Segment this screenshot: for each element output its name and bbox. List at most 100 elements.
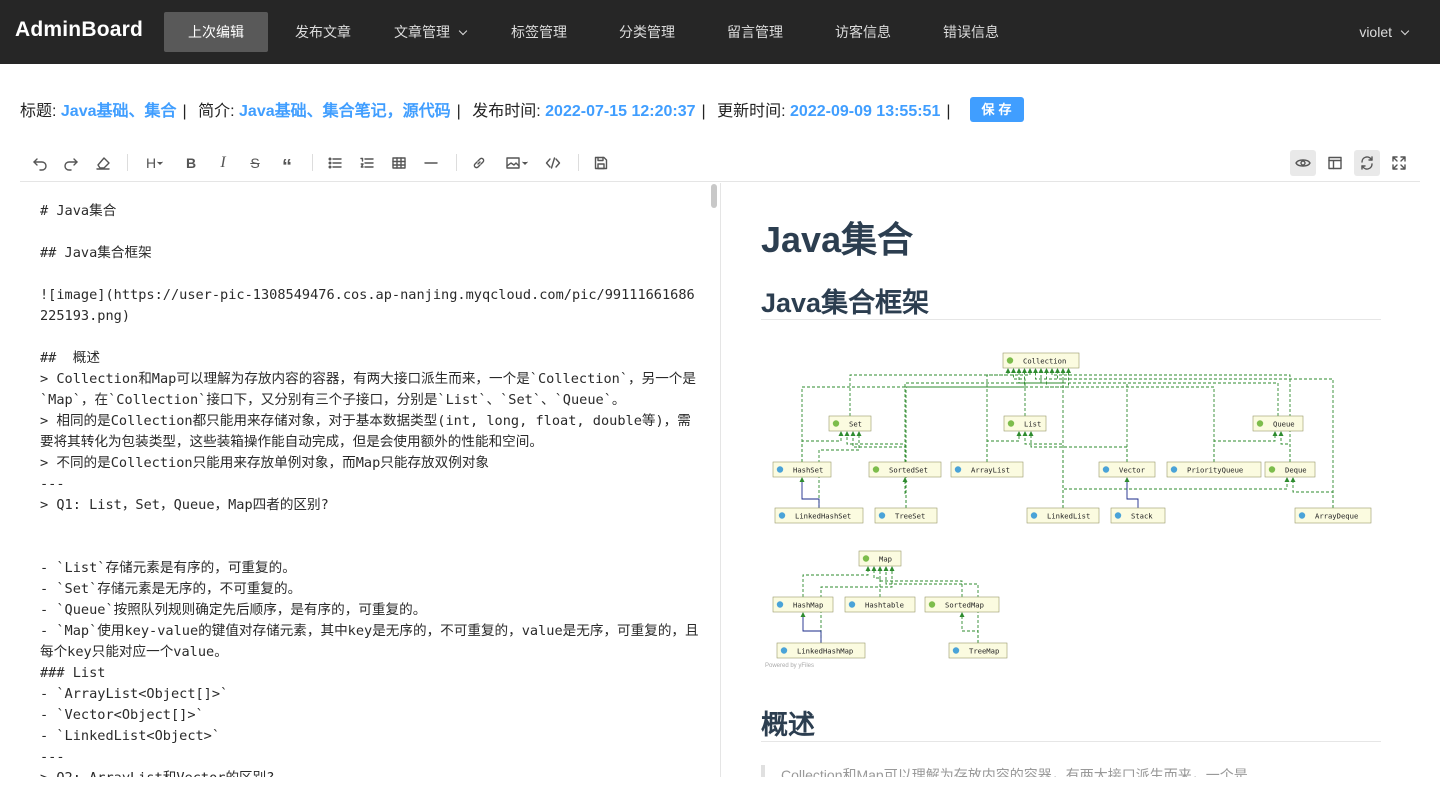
uml-node-arraylist: ArrayList bbox=[950, 461, 1024, 478]
uml-edge bbox=[802, 569, 869, 597]
uml-arrowhead bbox=[1033, 368, 1038, 373]
uml-node-label: HashSet bbox=[793, 466, 823, 475]
uml-arrowhead bbox=[799, 477, 805, 482]
uml-arrowhead bbox=[844, 431, 850, 436]
chevron-down-icon bbox=[458, 26, 468, 36]
uml-edge bbox=[1046, 371, 1215, 462]
uml-edge bbox=[1126, 480, 1139, 508]
nav-item-errors[interactable]: 错误信息 bbox=[928, 12, 1014, 52]
uml-node-treeset: TreeSet bbox=[874, 507, 938, 524]
table-icon[interactable] bbox=[386, 150, 412, 176]
nav-item-visitors[interactable]: 访客信息 bbox=[820, 12, 906, 52]
uml-node-linkedlist: LinkedList bbox=[1026, 507, 1100, 524]
italic-icon[interactable]: I bbox=[210, 150, 236, 176]
uml-node-label: Hashtable bbox=[865, 601, 904, 610]
uml-node-treemap: TreeMap bbox=[948, 642, 1008, 659]
uml-edge bbox=[1280, 434, 1291, 462]
uml-node-vector: Vector bbox=[1098, 461, 1156, 478]
editor-toolbar: H B I S “ bbox=[20, 142, 1420, 182]
preview-h2-overview: 概述 bbox=[761, 710, 815, 740]
nav-item-categories[interactable]: 分类管理 bbox=[604, 12, 690, 52]
user-menu[interactable]: violet bbox=[1359, 12, 1410, 52]
code-icon[interactable] bbox=[540, 150, 566, 176]
uml-node-label: Collection bbox=[1023, 357, 1066, 366]
intro-value[interactable]: Java基础、集合笔记，源代码 bbox=[239, 103, 451, 120]
uml-arrowhead bbox=[877, 566, 883, 571]
uml-node-hashtable: Hashtable bbox=[844, 596, 916, 613]
uml-node-queue: Queue bbox=[1252, 415, 1304, 432]
save-button[interactable]: 保存 bbox=[969, 97, 1024, 123]
editor-scrollbar[interactable] bbox=[711, 184, 717, 208]
undo-icon[interactable] bbox=[27, 150, 53, 176]
markdown-source[interactable]: # Java集合 ## Java集合框架 ![image](https://us… bbox=[40, 201, 700, 777]
uml-node-label: SortedMap bbox=[945, 601, 984, 610]
uml-node-label: ArrayList bbox=[971, 466, 1010, 475]
uml-arrowhead bbox=[1016, 368, 1022, 373]
update-time-label: 更新时间: bbox=[717, 103, 786, 120]
intro-label: 简介: bbox=[198, 103, 235, 120]
uml-arrowhead bbox=[1022, 431, 1028, 436]
uml-arrowhead bbox=[856, 431, 862, 436]
quote-icon[interactable]: “ bbox=[274, 150, 300, 178]
uml-node-map: Map bbox=[858, 550, 902, 567]
uml-node-sortedmap: SortedMap bbox=[924, 596, 1000, 613]
markdown-editor[interactable]: # Java集合 ## Java集合框架 ![image](https://us… bbox=[20, 183, 720, 777]
sync-scroll-icon[interactable] bbox=[1354, 150, 1380, 176]
link-icon[interactable] bbox=[466, 150, 492, 176]
brand-logo[interactable]: AdminBoard bbox=[15, 18, 143, 42]
uml-arrowhead bbox=[838, 431, 844, 436]
preview-h1: Java集合 bbox=[761, 219, 914, 260]
top-nav: AdminBoard 上次编辑 发布文章 文章管理 标签管理 分类管理 留言管理… bbox=[0, 0, 1440, 64]
uml-node-deque: Deque bbox=[1264, 461, 1316, 478]
heading-icon[interactable]: H bbox=[140, 150, 170, 176]
uml-node-label: Set bbox=[849, 420, 862, 429]
uml-edge bbox=[846, 434, 906, 462]
uml-node-hashset: HashSet bbox=[772, 461, 832, 478]
save-icon[interactable] bbox=[588, 150, 614, 176]
horizontal-rule-icon[interactable] bbox=[418, 150, 444, 176]
uml-arrowhead bbox=[1038, 368, 1044, 373]
uml-node-label: HashMap bbox=[793, 601, 823, 610]
title-value[interactable]: Java基础、集合 bbox=[61, 103, 177, 120]
ordered-list-icon[interactable] bbox=[354, 150, 380, 176]
uml-node-label: Queue bbox=[1273, 420, 1295, 429]
nav-item-last-edit[interactable]: 上次编辑 bbox=[164, 12, 268, 52]
eraser-icon[interactable] bbox=[90, 150, 116, 176]
nav-item-messages[interactable]: 留言管理 bbox=[712, 12, 798, 52]
uml-arrowhead bbox=[850, 431, 856, 436]
uml-node-label: LinkedHashMap bbox=[797, 647, 853, 656]
redo-icon[interactable] bbox=[58, 150, 84, 176]
uml-arrowhead bbox=[1028, 431, 1034, 436]
nav-item-publish[interactable]: 发布文章 bbox=[280, 12, 366, 52]
uml-node-list: List bbox=[1003, 415, 1047, 432]
strikethrough-icon[interactable]: S bbox=[242, 150, 268, 176]
uml-node-priorityqueue: PriorityQueue bbox=[1166, 461, 1262, 478]
uml-edge bbox=[904, 480, 907, 508]
heading-rule bbox=[761, 319, 1381, 320]
fullscreen-icon[interactable] bbox=[1386, 150, 1412, 176]
image-icon[interactable] bbox=[500, 150, 534, 176]
uml-node-collection: Collection bbox=[1002, 352, 1080, 369]
uml-node-stack: Stack bbox=[1110, 507, 1166, 524]
diagram-footer: Powered by yFiles bbox=[765, 663, 814, 669]
uml-arrowhead bbox=[1055, 368, 1060, 373]
nav-item-tags[interactable]: 标签管理 bbox=[496, 12, 582, 52]
uml-node-arraydeque: ArrayDeque bbox=[1294, 507, 1372, 524]
uml-edge bbox=[1040, 371, 1128, 462]
preview-icon[interactable] bbox=[1290, 150, 1316, 176]
uml-arrowhead bbox=[1272, 431, 1278, 436]
uml-edge bbox=[986, 434, 1020, 462]
username: violet bbox=[1359, 24, 1392, 40]
uml-node-label: TreeMap bbox=[969, 647, 999, 656]
uml-edge bbox=[849, 371, 1009, 416]
bold-icon[interactable]: B bbox=[178, 150, 204, 176]
uml-edge bbox=[1030, 434, 1128, 462]
uml-node-label: LinkedList bbox=[1047, 512, 1090, 521]
uml-arrowhead bbox=[959, 612, 965, 617]
unordered-list-icon[interactable] bbox=[322, 150, 348, 176]
uml-arrowhead bbox=[1290, 477, 1296, 482]
chevron-down-icon bbox=[1400, 26, 1410, 36]
columns-icon[interactable] bbox=[1322, 150, 1348, 176]
nav-item-article-manage[interactable]: 文章管理 bbox=[380, 12, 480, 52]
uml-node-label: List bbox=[1024, 420, 1041, 429]
